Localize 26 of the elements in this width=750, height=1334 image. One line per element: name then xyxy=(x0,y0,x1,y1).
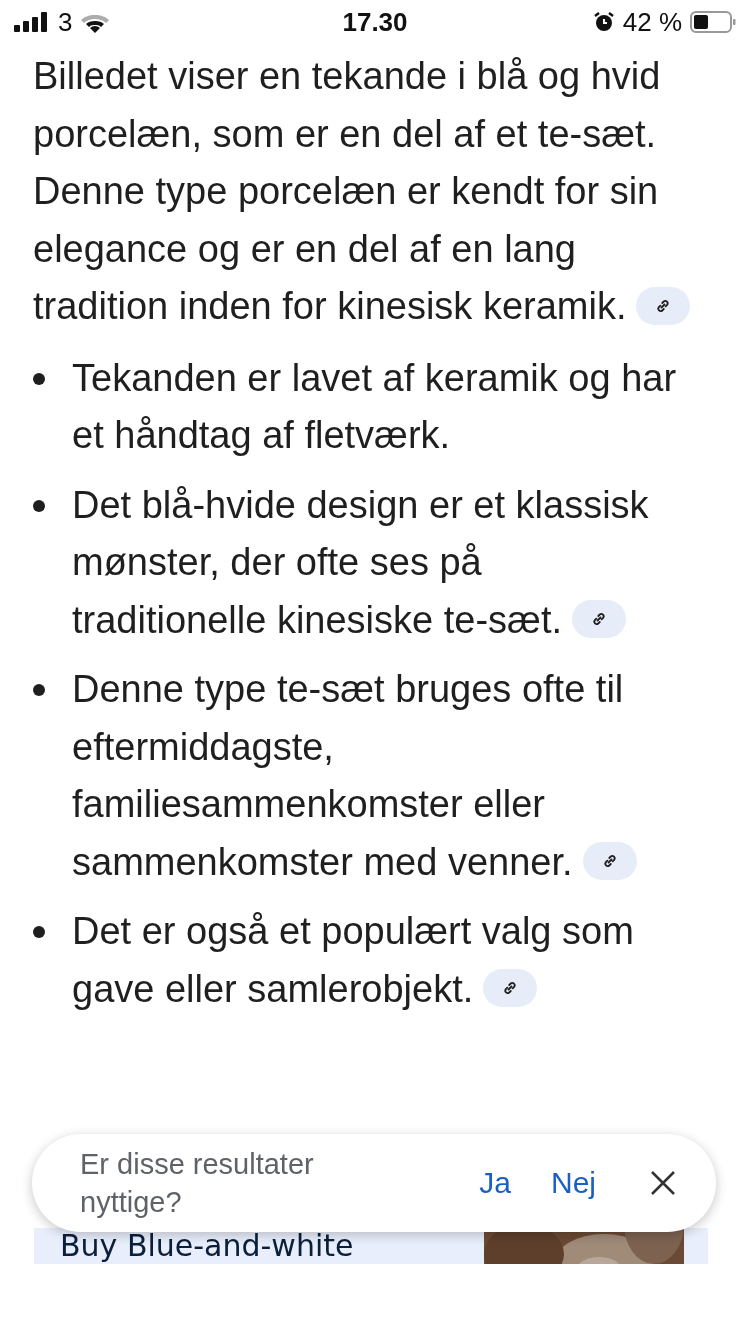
bullet-dot xyxy=(33,499,45,512)
bullet-text: Tekanden er lavet af keramik og har et håndtag af fletværk. xyxy=(72,355,678,458)
bullet-dot xyxy=(33,684,45,696)
bullet-dot xyxy=(33,372,45,385)
yes-button[interactable]: Ja xyxy=(473,1162,517,1204)
source-link-button[interactable] xyxy=(483,969,538,1008)
clock-time: 17.30 xyxy=(342,6,408,38)
answer-paragraph: Billedet viser en tekande i blå og hvid porcelæn, som er en del af et te-sæt. Denne type porcelæn er kendt for sin elegance og er en del af en lang tradition inden for kinesisk keramik. xyxy=(33,48,713,336)
battery-percent: 42 % xyxy=(622,6,682,38)
card-title: Buy Blue-and-white xyxy=(60,1228,354,1264)
bullet-text: Det er også et populært valg som gave eller samlerobjekt. xyxy=(72,909,635,1012)
signal-icon xyxy=(14,12,50,32)
no-button[interactable]: Nej xyxy=(545,1162,602,1204)
result-card[interactable]: Buy Blue-and-white xyxy=(34,1228,708,1264)
battery-icon xyxy=(690,11,736,33)
close-button[interactable] xyxy=(650,1170,676,1196)
source-link-button[interactable] xyxy=(636,286,691,325)
close-icon xyxy=(650,1170,676,1196)
source-link-button[interactable] xyxy=(572,600,626,639)
bullet-text: Denne type te-sæt bruges ofte til eftermiddagste, familiesammenkomster eller sammenkomster med venner. xyxy=(72,661,682,891)
alarm-icon xyxy=(592,11,615,33)
carrier-label: 3 xyxy=(58,6,73,38)
feedback-question: Er disse resultater nyttige? xyxy=(80,1147,315,1220)
source-link-button[interactable] xyxy=(582,842,637,881)
bullet-dot xyxy=(33,926,45,938)
bullet-text: Det blå-hvide design er et klassisk mønster, der ofte ses på traditionelle kinesiske te-sæt. xyxy=(72,482,650,643)
